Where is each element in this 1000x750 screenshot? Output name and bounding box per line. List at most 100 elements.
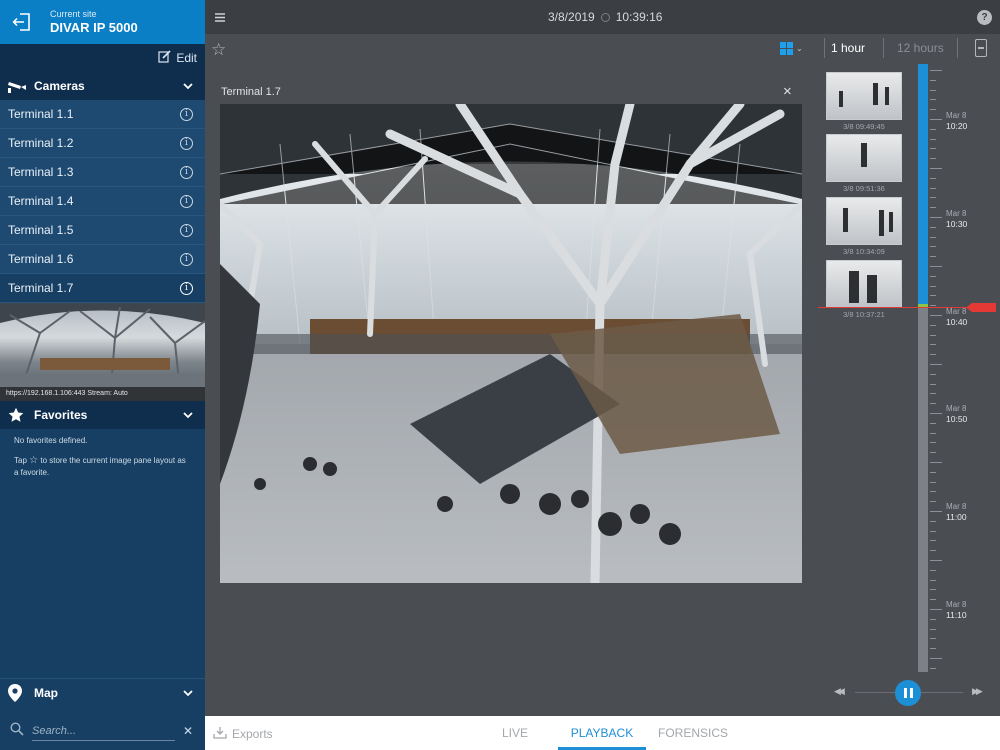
camera-item-label: Terminal 1.7 [8, 281, 74, 295]
camera-item-4[interactable]: Terminal 1.4 i [0, 187, 205, 216]
playhead-line [818, 307, 966, 308]
bottom-bar: Exports LIVE PLAYBACK FORENSICS [205, 716, 1000, 750]
edit-button[interactable]: Edit [0, 44, 205, 72]
chevron-down-icon[interactable] [183, 79, 193, 93]
timeline-tick [930, 207, 936, 209]
info-icon[interactable]: i [180, 136, 193, 150]
time-label-time: 11:00 [946, 512, 967, 522]
map-pin-icon [8, 683, 28, 702]
export-icon [213, 726, 227, 742]
search-bar: ✕ [0, 712, 205, 750]
timeline-tick [930, 520, 936, 522]
recording-segment [918, 64, 928, 306]
layout-select-button[interactable]: ⌄ [780, 42, 803, 55]
time-label-date: Mar 8 [946, 502, 967, 511]
timeline-tick [930, 491, 936, 493]
tab-forensics[interactable]: FORENSICS [658, 716, 728, 750]
camera-item-2[interactable]: Terminal 1.2 i [0, 129, 205, 158]
time-label: Mar 8 10:30 [946, 209, 967, 229]
favorites-hint-post: to store the current image pane layout a… [14, 456, 186, 477]
menu-icon[interactable] [205, 12, 235, 22]
search-input[interactable] [32, 721, 175, 741]
favorites-empty: No favorites defined. [14, 436, 88, 445]
timeline-tick [930, 275, 936, 277]
range-12-hours-button[interactable]: 12 hours [897, 40, 944, 56]
cameras-header[interactable]: Cameras [0, 72, 205, 100]
camera-item-3[interactable]: Terminal 1.3 i [0, 158, 205, 187]
map-header[interactable]: Map [0, 678, 205, 706]
timeline-tick [930, 70, 942, 71]
camera-item-1[interactable]: Terminal 1.1 i [0, 100, 205, 129]
divider [957, 38, 958, 58]
fast-forward-icon[interactable]: ▶▶ [972, 686, 983, 697]
chevron-down-icon[interactable] [183, 686, 193, 700]
camera-preview[interactable]: https://192.168.1.106:443 Stream: Auto [0, 303, 205, 401]
exports-label: Exports [232, 727, 273, 741]
timeline-tick [930, 589, 936, 591]
grid-layout-icon [780, 42, 793, 55]
info-icon[interactable]: i [180, 281, 193, 295]
timeline-tick [930, 471, 936, 473]
camera-item-6[interactable]: Terminal 1.6 i [0, 245, 205, 274]
tab-live[interactable]: LIVE [493, 716, 537, 750]
help-icon[interactable]: ? [977, 9, 992, 25]
site-header[interactable]: Current site DIVAR IP 5000 [0, 0, 205, 44]
time-label-time: 11:10 [946, 610, 967, 620]
info-icon[interactable]: i [180, 107, 193, 121]
timeline-tick [930, 236, 936, 238]
clear-search-icon[interactable]: ✕ [183, 724, 193, 738]
info-icon[interactable]: i [180, 165, 193, 179]
timeline-tick [930, 540, 936, 542]
timeline-tick [930, 530, 936, 532]
timeline-thumbnail[interactable] [826, 260, 902, 308]
camera-item-5[interactable]: Terminal 1.5 i [0, 216, 205, 245]
thumbnail-timestamp: 3/8 10:37:21 [843, 310, 885, 319]
info-icon[interactable]: i [180, 194, 193, 208]
rewind-icon[interactable]: ◀◀ [834, 686, 845, 697]
timeline-thumbnail[interactable] [826, 72, 902, 120]
timeline-tick [930, 462, 942, 463]
range-1-hour-button[interactable]: 1 hour [831, 40, 865, 56]
thumbnail-timestamp: 3/8 10:34:09 [843, 247, 885, 256]
time-label-time: 10:50 [946, 414, 968, 424]
timeline-tick [930, 246, 936, 248]
timeline-tick [930, 89, 936, 91]
timeline-tick [930, 364, 942, 365]
camera-item-label: Terminal 1.5 [8, 223, 74, 237]
timeline-tick [930, 609, 942, 610]
timeline-tick [930, 422, 936, 424]
timeline-tick [930, 138, 936, 140]
playhead-handle[interactable] [966, 303, 996, 312]
timeline-tick [930, 324, 936, 326]
camera-item-7[interactable]: Terminal 1.7 i [0, 274, 205, 303]
timeline-zoom-icon[interactable] [975, 39, 987, 57]
favorites-label: Favorites [34, 408, 88, 422]
camera-icon [8, 79, 28, 93]
info-icon[interactable]: i [180, 223, 193, 237]
camera-item-label: Terminal 1.4 [8, 194, 74, 208]
exit-icon[interactable] [0, 0, 44, 44]
favorites-hint: Tap ☆ to store the current image pane la… [0, 453, 205, 485]
timeline-tick [930, 315, 942, 316]
edit-icon [158, 50, 171, 66]
timeline-tick [930, 354, 936, 356]
video-pane[interactable] [220, 104, 802, 583]
favorites-header[interactable]: Favorites [0, 401, 205, 429]
close-pane-icon[interactable]: × [783, 83, 792, 100]
timeline-thumbnail[interactable] [826, 197, 902, 245]
timeline-tick [930, 168, 942, 169]
timeline-tick [930, 344, 936, 346]
pause-button[interactable] [895, 680, 921, 706]
timeline-tick [930, 158, 936, 160]
add-favorite-star-icon[interactable]: ☆ [211, 40, 226, 60]
datetime[interactable]: 3/8/2019 10:39:16 [548, 10, 662, 24]
favorites-hint-pre: Tap [14, 456, 27, 465]
chevron-down-icon[interactable] [183, 408, 193, 422]
info-icon[interactable]: i [180, 252, 193, 266]
exports-button[interactable]: Exports [213, 726, 273, 742]
tab-playback[interactable]: PLAYBACK [558, 716, 646, 750]
timeline-tick [930, 334, 936, 336]
timeline-tick [930, 618, 936, 620]
timeline-tick [930, 148, 936, 150]
timeline-thumbnail[interactable] [826, 134, 902, 182]
